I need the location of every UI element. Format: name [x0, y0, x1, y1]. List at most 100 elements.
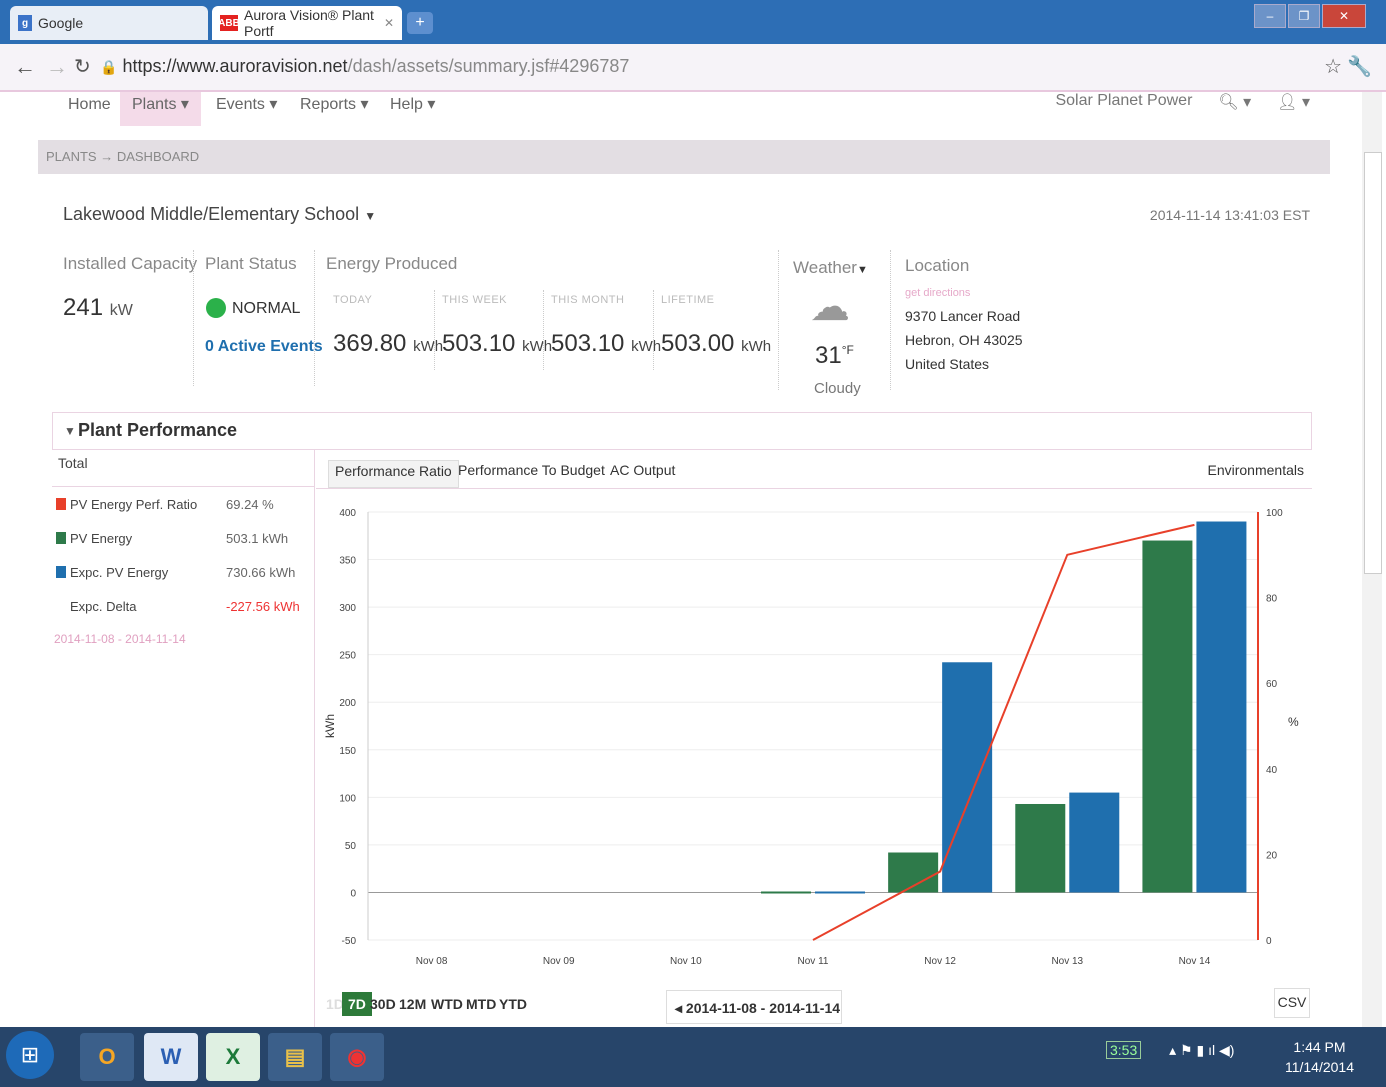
divider	[193, 250, 194, 386]
range-ytd-button[interactable]: YTD	[499, 996, 527, 1012]
battery-indicator[interactable]: 3:53	[1106, 1041, 1142, 1059]
nav-events[interactable]: Events ▾	[216, 92, 277, 130]
clock-time: 1:44 PM	[1293, 1039, 1346, 1055]
explorer-icon[interactable]: ▤	[268, 1033, 322, 1081]
tab-aurora-vision[interactable]: ABB Aurora Vision® Plant Portf ✕	[212, 6, 402, 40]
nav-reports[interactable]: Reports ▾	[300, 92, 369, 130]
windows-taskbar: ⊞ O W X ▤ ◉ 3:53 ▴ ⚑ ▮ ıl ◀) 1:44 PM 11/…	[0, 1027, 1386, 1087]
date-range-selector[interactable]: ◂ 2014-11-08 - 2014-11-14	[666, 990, 842, 1024]
tab-google[interactable]: g Google	[10, 6, 208, 40]
nav-help[interactable]: Help ▾	[390, 92, 435, 130]
window-controls: – ❐ ✕	[1254, 4, 1366, 28]
range-12m-button[interactable]: 12M	[399, 996, 426, 1012]
chevron-down-icon: ▼	[856, 264, 868, 276]
address-line-3: United States	[905, 356, 990, 372]
outlook-icon[interactable]: O	[80, 1033, 134, 1081]
reload-icon[interactable]: ↻	[74, 54, 91, 79]
energy-lifetime-label: LIFETIME	[661, 294, 715, 306]
range-7d-button[interactable]: 7D	[342, 992, 372, 1016]
y-tick-label: 50	[345, 841, 357, 852]
plant-title-dropdown[interactable]: Lakewood Middle/Elementary School ▼	[63, 204, 376, 225]
tab-ac-output[interactable]: AC Output	[604, 460, 681, 486]
forward-arrow-icon[interactable]: →	[46, 54, 68, 80]
new-tab-button[interactable]: +	[407, 12, 433, 34]
weather-dropdown[interactable]: Weather▼	[793, 258, 868, 278]
tray-icons[interactable]: ▴ ⚑ ▮ ıl ◀)	[1169, 1042, 1234, 1058]
breadcrumb-arrow-icon: →	[100, 149, 114, 164]
range-mtd-button[interactable]: MTD	[466, 996, 496, 1012]
value: 503.10	[442, 330, 516, 357]
bookmark-star-icon[interactable]: ☆	[1324, 54, 1342, 79]
capacity-number: 241	[63, 294, 104, 321]
unit: kWh	[631, 338, 662, 355]
y-tick-label: 250	[339, 651, 356, 662]
get-directions-link[interactable]: get directions	[905, 287, 970, 299]
temp-value: 31	[815, 342, 842, 369]
address-line-1: 9370 Lancer Road	[905, 308, 1021, 324]
tab-label: Aurora Vision® Plant Portf	[244, 7, 374, 39]
user-icon[interactable]: 👤︎ ▾	[1277, 92, 1310, 112]
plant-performance-header[interactable]	[52, 412, 1312, 450]
legend-swatch	[56, 498, 66, 510]
bar	[1196, 521, 1247, 893]
breadcrumb-plants[interactable]: PLANTS	[46, 149, 97, 164]
nav-home[interactable]: Home	[68, 92, 111, 130]
address-line-2: Hebron, OH 43025	[905, 332, 1023, 348]
y-tick-label: 200	[339, 698, 356, 709]
close-window-button[interactable]: ✕	[1322, 4, 1366, 28]
y2-tick-label: 60	[1266, 679, 1278, 690]
weather-temp: 31°F	[815, 342, 854, 370]
value: 369.80	[333, 330, 407, 357]
active-events-link[interactable]: 0 Active Events	[205, 338, 323, 356]
energy-week-label: THIS WEEK	[442, 294, 508, 306]
back-arrow-icon[interactable]: ←	[14, 54, 36, 80]
range-30d-button[interactable]: 30D	[370, 996, 396, 1012]
tab-performance-ratio[interactable]: Performance Ratio	[328, 460, 459, 488]
performance-chart: 400350300250200150100500-50100806040200k…	[323, 508, 1299, 967]
minimize-button[interactable]: –	[1254, 4, 1286, 28]
collapse-caret-icon[interactable]: ▼	[64, 424, 76, 438]
tab-performance-to-budget[interactable]: Performance To Budget	[452, 460, 611, 486]
windows-start-icon[interactable]: ⊞	[6, 1031, 54, 1079]
word-icon[interactable]: W	[144, 1033, 198, 1081]
range-wtd-button[interactable]: WTD	[431, 996, 463, 1012]
breadcrumb-dashboard: DASHBOARD	[116, 149, 200, 164]
divider	[314, 250, 315, 386]
chrome-icon[interactable]: ◉	[330, 1033, 384, 1081]
y2-tick-label: 100	[1266, 508, 1283, 519]
bar	[761, 891, 811, 894]
y-tick-label: 100	[339, 793, 356, 804]
clock[interactable]: 1:44 PM 11/14/2014	[1285, 1037, 1354, 1077]
legend-expc-delta-value: -227.56 kWh	[226, 599, 300, 614]
restore-button[interactable]: ❐	[1288, 4, 1320, 28]
csv-export-button[interactable]: CSV	[1274, 988, 1310, 1018]
breadcrumb: PLANTS → DASHBOARD	[38, 140, 1330, 174]
total-label: Total	[58, 455, 88, 471]
divider	[52, 486, 314, 487]
google-favicon-icon: g	[18, 15, 32, 31]
x-tick-label: Nov 08	[416, 956, 448, 967]
url-input[interactable]: 🔒 https://www.auroravision.net/dash/asse…	[100, 52, 1300, 80]
bar	[1142, 540, 1193, 893]
plant-title: Lakewood Middle/Elementary School	[63, 204, 360, 224]
lock-icon: 🔒	[100, 59, 118, 75]
excel-icon[interactable]: X	[206, 1033, 260, 1081]
temp-unit: °F	[841, 343, 854, 357]
close-tab-icon[interactable]: ✕	[384, 16, 394, 30]
legend-pv-energy: PV Energy	[56, 531, 132, 546]
legend-pv-energy-value: 503.1 kWh	[226, 531, 289, 546]
capacity-unit: kW	[109, 302, 133, 319]
legend-swatch	[56, 532, 66, 544]
value: 503.00	[661, 330, 735, 357]
legend-label: PV Energy Perf. Ratio	[70, 497, 198, 512]
scrollbar-thumb[interactable]	[1364, 152, 1382, 574]
status-ok-icon	[206, 298, 226, 318]
legend-expc-pv-energy-value: 730.66 kWh	[226, 565, 296, 580]
search-icon[interactable]: 🔍︎ ▾	[1218, 92, 1251, 112]
page-scrollbar[interactable]	[1362, 92, 1382, 1027]
x-tick-label: Nov 09	[543, 956, 575, 967]
nav-plants[interactable]: Plants ▾	[120, 92, 201, 126]
tab-environmentals[interactable]: Environmentals	[1208, 462, 1305, 478]
wrench-menu-icon[interactable]: 🔧	[1347, 54, 1372, 79]
prev-arrow-icon[interactable]: ◂	[675, 1000, 682, 1016]
